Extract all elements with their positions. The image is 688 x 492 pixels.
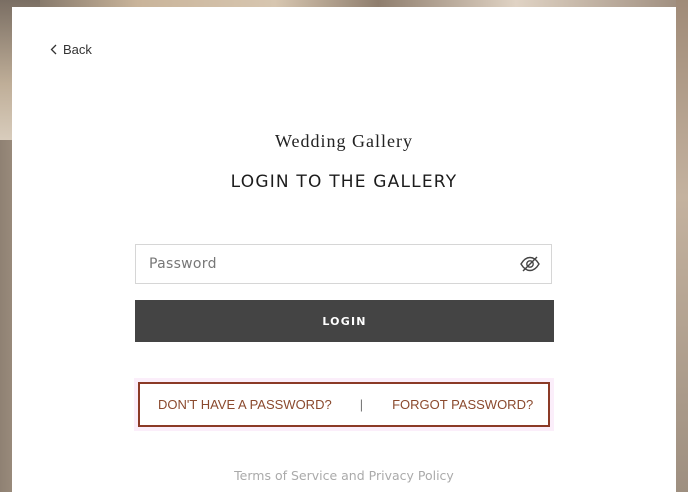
gallery-site-title: Wedding Gallery xyxy=(274,131,413,151)
back-link[interactable]: Back xyxy=(50,42,92,57)
password-field xyxy=(135,244,552,284)
login-panel: Back Wedding Gallery LOGIN TO THE GALLER… xyxy=(12,7,676,492)
link-separator: | xyxy=(359,397,364,412)
page-title: LOGIN TO THE GALLERY xyxy=(230,172,458,192)
terms-privacy-link[interactable]: Terms of Service and Privacy Policy xyxy=(12,468,676,483)
forgot-password-link[interactable]: FORGOT PASSWORD? xyxy=(392,397,533,412)
eye-slash-icon[interactable] xyxy=(519,255,541,273)
help-links-box: DON'T HAVE A PASSWORD? | FORGOT PASSWORD… xyxy=(138,382,550,427)
password-input[interactable] xyxy=(136,245,519,283)
chevron-left-icon xyxy=(50,44,57,55)
login-button[interactable]: LOGIN xyxy=(135,300,554,342)
back-label: Back xyxy=(63,42,92,57)
background-photo-right xyxy=(676,0,688,492)
no-password-link[interactable]: DON'T HAVE A PASSWORD? xyxy=(158,397,332,412)
